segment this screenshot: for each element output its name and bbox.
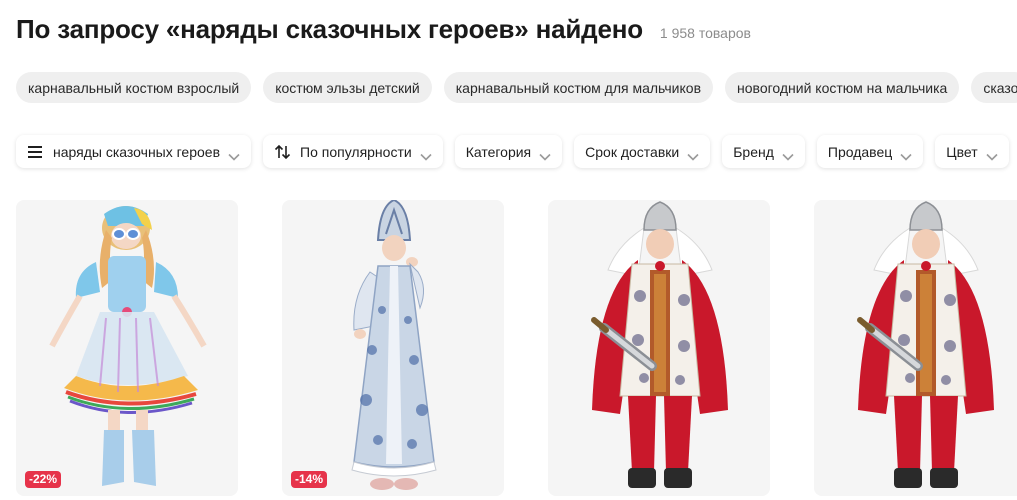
seller-filter-label: Продавец xyxy=(827,143,893,160)
chevron-down-icon xyxy=(900,148,912,161)
suggestion-chip[interactable]: карнавальный костюм для мальчиков xyxy=(443,72,714,103)
sort-label: По популярности xyxy=(300,143,412,160)
suggestion-chip[interactable]: карнавальный костюм взрослый xyxy=(16,72,252,103)
related-searches: карнавальный костюм взрослый костюм эльз… xyxy=(16,72,1017,103)
brand-filter[interactable]: Бренд xyxy=(722,135,805,168)
menu-icon xyxy=(27,144,45,160)
sort-button[interactable]: По популярности xyxy=(263,135,443,168)
filter-bar: наряды сказочных героев По популярности … xyxy=(16,135,1009,168)
category-filter[interactable]: Категория xyxy=(454,135,563,168)
suggestion-chip[interactable]: новогодний костюм на мальчика xyxy=(725,72,960,103)
chevron-down-icon xyxy=(782,148,794,161)
chevron-down-icon xyxy=(228,148,240,161)
chevron-down-icon xyxy=(539,148,551,161)
brand-filter-label: Бренд xyxy=(733,143,774,160)
chevron-down-icon xyxy=(687,148,699,161)
suggestion-chip[interactable]: сказо xyxy=(971,72,1017,103)
product-card[interactable]: -14% xyxy=(282,200,504,496)
product-card[interactable]: -22% xyxy=(16,200,238,496)
chevron-down-icon xyxy=(986,148,998,161)
category-filter-label: Категория xyxy=(465,143,532,160)
suggestion-chip[interactable]: костюм эльзы детский xyxy=(263,72,432,103)
product-card[interactable] xyxy=(548,200,770,496)
delivery-filter-label: Срок доставки xyxy=(585,143,680,160)
search-results-header: По запросу «наряды сказочных героев» най… xyxy=(16,14,751,45)
page-title: По запросу «наряды сказочных героев» най… xyxy=(16,14,643,44)
results-count: 1 958 товаров xyxy=(659,25,751,41)
product-image[interactable] xyxy=(16,200,238,496)
chevron-down-icon xyxy=(420,148,432,161)
query-filter-button[interactable]: наряды сказочных героев xyxy=(16,135,252,168)
query-filter-label: наряды сказочных героев xyxy=(53,143,221,160)
discount-badge: -14% xyxy=(291,471,328,488)
product-card[interactable] xyxy=(814,200,1017,496)
sort-icon xyxy=(274,144,292,160)
seller-filter[interactable]: Продавец xyxy=(816,135,924,168)
color-filter-label: Цвет xyxy=(946,143,978,160)
product-image[interactable] xyxy=(548,200,770,496)
product-image[interactable] xyxy=(282,200,504,496)
discount-badge: -22% xyxy=(25,471,62,488)
delivery-filter[interactable]: Срок доставки xyxy=(574,135,711,168)
product-image[interactable] xyxy=(814,200,1017,496)
color-filter[interactable]: Цвет xyxy=(935,135,1009,168)
